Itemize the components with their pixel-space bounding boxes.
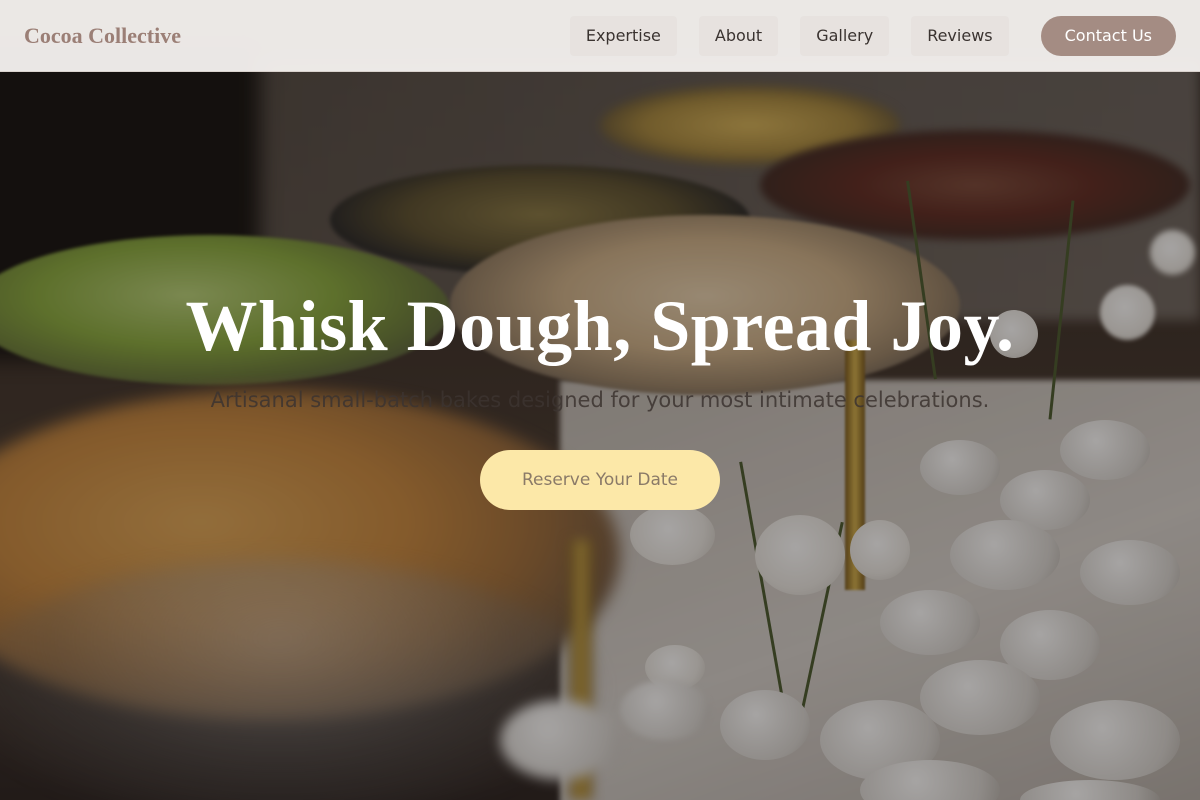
nav-link-reviews[interactable]: Reviews bbox=[911, 15, 1009, 56]
contact-us-button[interactable]: Contact Us bbox=[1040, 15, 1176, 56]
reserve-date-button[interactable]: Reserve Your Date bbox=[480, 450, 720, 510]
brand-logo[interactable]: Cocoa Collective bbox=[24, 23, 181, 49]
hero-subline: Artisanal small-batch bakes designed for… bbox=[210, 388, 990, 412]
nav-link-gallery[interactable]: Gallery bbox=[800, 15, 890, 56]
nav-link-expertise[interactable]: Expertise bbox=[569, 15, 677, 56]
nav-link-about[interactable]: About bbox=[698, 15, 779, 56]
nav-links: Expertise About Gallery Reviews Contact … bbox=[569, 15, 1176, 56]
hero-headline: Whisk Dough, Spread Joy. bbox=[185, 286, 1015, 366]
top-navigation: Cocoa Collective Expertise About Gallery… bbox=[0, 0, 1200, 72]
